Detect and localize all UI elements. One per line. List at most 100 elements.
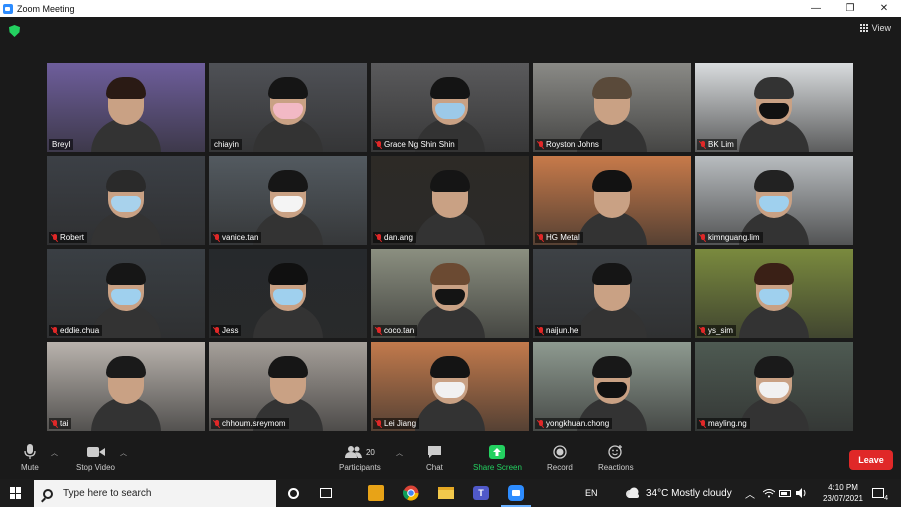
search-icon xyxy=(43,488,53,499)
cortana-circle-icon[interactable] xyxy=(283,483,303,503)
participant-hair xyxy=(268,356,308,378)
muted-mic-icon xyxy=(52,233,58,242)
participant-hair xyxy=(430,356,470,378)
view-button[interactable]: View xyxy=(859,23,891,33)
video-tile[interactable]: BK Lim xyxy=(695,63,853,152)
system-clock[interactable]: 4:10 PM 23/07/2021 xyxy=(823,482,863,504)
video-tile[interactable]: coco.tan xyxy=(371,249,529,338)
video-tile[interactable]: eddie.chua xyxy=(47,249,205,338)
mute-label: Mute xyxy=(21,463,39,472)
participant-hair xyxy=(268,170,308,192)
meeting-area: View Breyl chiayin Grace Ng Shin Shin Royst… xyxy=(0,17,901,439)
muted-mic-icon xyxy=(538,233,544,242)
weather-widget[interactable]: 34°C Mostly cloudy xyxy=(625,479,732,507)
speaker-icon[interactable] xyxy=(796,479,808,507)
video-tile[interactable]: Grace Ng Shin Shin xyxy=(371,63,529,152)
video-tile[interactable]: Breyl xyxy=(47,63,205,152)
video-options-caret-icon[interactable]: ︿ xyxy=(120,448,127,458)
muted-mic-icon xyxy=(214,233,220,242)
video-tile[interactable]: mayling.ng xyxy=(695,342,853,431)
participant-hair xyxy=(592,263,632,285)
video-tile[interactable]: ys_sim xyxy=(695,249,853,338)
outlook-icon[interactable] xyxy=(366,483,386,503)
reactions-label: Reactions xyxy=(598,463,634,472)
video-tile[interactable]: HG Metal xyxy=(533,156,691,245)
smiley-plus-icon xyxy=(608,444,624,460)
task-view-icon[interactable] xyxy=(316,483,336,503)
participant-name: mayling.ng xyxy=(708,419,747,428)
reactions-button[interactable]: Reactions xyxy=(598,444,634,472)
show-hidden-icons-chevron-icon[interactable]: ︿ xyxy=(745,479,755,507)
audio-options-caret-icon[interactable]: ︿ xyxy=(51,448,58,458)
face-mask xyxy=(597,382,627,398)
muted-mic-icon xyxy=(376,233,382,242)
face-mask xyxy=(435,103,465,119)
participant-name-tag: eddie.chua xyxy=(49,325,103,336)
zoom-taskbar-icon[interactable] xyxy=(501,483,531,507)
share-screen-button[interactable]: Share Screen xyxy=(473,444,522,472)
muted-mic-icon xyxy=(52,326,58,335)
participant-hair xyxy=(592,77,632,99)
video-tile[interactable]: dan.ang xyxy=(371,156,529,245)
participant-name-tag: coco.tan xyxy=(373,325,418,336)
participants-icon xyxy=(344,446,362,458)
chat-button[interactable]: Chat xyxy=(426,444,443,472)
muted-mic-icon xyxy=(376,140,382,149)
share-arrow-icon xyxy=(489,444,506,460)
participant-name-tag: mayling.ng xyxy=(697,418,750,429)
participant-name-tag: yongkhuan.chong xyxy=(535,418,613,429)
minimize-button[interactable]: — xyxy=(799,0,833,17)
input-language[interactable]: EN xyxy=(585,479,598,507)
participant-name-tag: dan.ang xyxy=(373,232,416,243)
participants-options-caret-icon[interactable]: ︿ xyxy=(396,448,403,458)
muted-mic-icon xyxy=(700,419,706,428)
maximize-button[interactable]: ❐ xyxy=(833,0,867,17)
video-tile[interactable]: chhoum.sreymom xyxy=(209,342,367,431)
video-tile[interactable]: tai xyxy=(47,342,205,431)
microphone-icon xyxy=(24,444,36,460)
cloud-icon xyxy=(626,487,639,498)
video-tile[interactable]: Robert xyxy=(47,156,205,245)
participants-label: Participants xyxy=(339,463,381,472)
video-tile[interactable]: naijun.he xyxy=(533,249,691,338)
video-tile[interactable]: vanice.tan xyxy=(209,156,367,245)
grid-view-icon xyxy=(859,24,868,32)
participant-name: vanice.tan xyxy=(222,233,259,242)
participants-button[interactable]: 20 Participants xyxy=(339,444,381,472)
teams-icon[interactable]: T xyxy=(471,483,491,503)
battery-icon[interactable] xyxy=(779,479,791,507)
chrome-icon[interactable] xyxy=(401,483,421,503)
participant-hair xyxy=(106,356,146,378)
file-explorer-icon[interactable] xyxy=(436,483,456,503)
close-button[interactable]: ✕ xyxy=(867,0,901,17)
video-tile[interactable]: Jess xyxy=(209,249,367,338)
windows-taskbar: Type here to search T EN 34°C Mostly clo… xyxy=(0,479,901,507)
participant-hair xyxy=(430,170,470,192)
mute-button[interactable]: Mute xyxy=(21,444,39,472)
taskbar-search-box[interactable]: Type here to search xyxy=(34,480,276,507)
video-tile[interactable]: chiayin xyxy=(209,63,367,152)
participant-name: chhoum.sreymom xyxy=(222,419,286,428)
participant-hair xyxy=(106,170,146,192)
clock-date: 23/07/2021 xyxy=(822,494,863,503)
video-tile[interactable]: Royston Johns xyxy=(533,63,691,152)
participant-hair xyxy=(754,263,794,285)
muted-mic-icon xyxy=(376,326,382,335)
encryption-shield-icon[interactable] xyxy=(9,25,20,37)
notifications-icon[interactable]: 4 xyxy=(872,479,888,507)
video-tile[interactable]: Lei Jiang xyxy=(371,342,529,431)
participant-name-tag: Breyl xyxy=(49,139,74,150)
participant-name-tag: kimnguang.lim xyxy=(697,232,763,243)
chat-bubble-icon xyxy=(427,444,442,460)
leave-button[interactable]: Leave xyxy=(849,450,893,470)
video-tile[interactable]: yongkhuan.chong xyxy=(533,342,691,431)
record-button[interactable]: Record xyxy=(547,444,573,472)
stop-video-button[interactable]: Stop Video xyxy=(76,444,115,472)
record-label: Record xyxy=(547,463,573,472)
participant-name-tag: Lei Jiang xyxy=(373,418,420,429)
participant-name-tag: BK Lim xyxy=(697,139,737,150)
wifi-icon[interactable] xyxy=(763,479,775,507)
windows-start-icon[interactable] xyxy=(10,487,22,499)
participant-name: coco.tan xyxy=(384,326,415,335)
video-tile[interactable]: kimnguang.lim xyxy=(695,156,853,245)
